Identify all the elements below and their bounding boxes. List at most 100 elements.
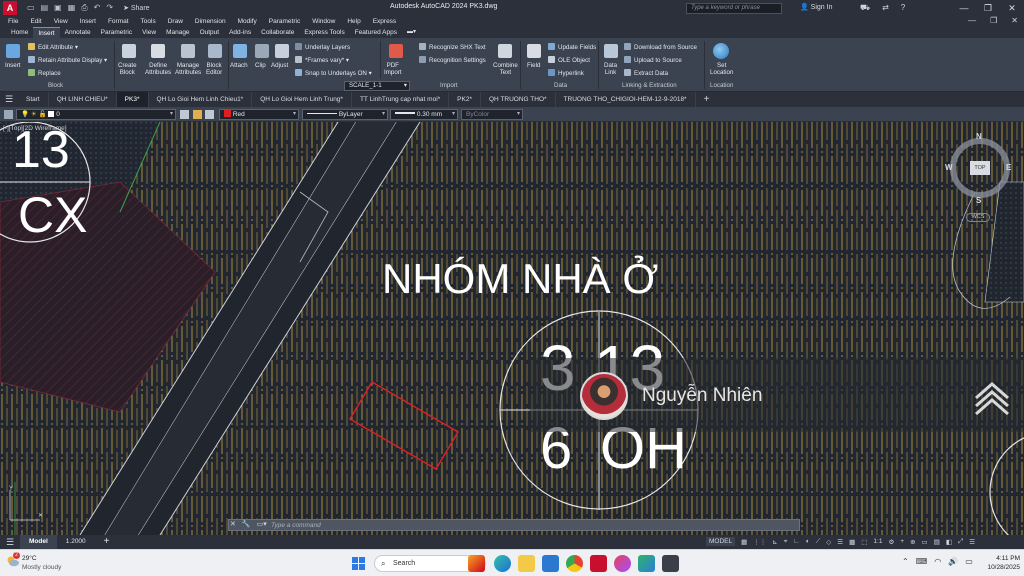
manage-attributes-icon[interactable] [181, 44, 195, 58]
color-dropdown[interactable]: Red ▾ [219, 109, 299, 120]
hyperlink-button[interactable]: Hyperlink [548, 69, 584, 77]
gear-icon[interactable]: ⚙ [888, 538, 894, 546]
define-attributes-button[interactable]: Define Attributes [145, 62, 171, 76]
language-icon[interactable]: ⌨ [916, 557, 928, 566]
share-button[interactable]: ➤ Share [123, 4, 150, 12]
ribbon-tab-collaborate[interactable]: Collaborate [256, 27, 299, 38]
object-snap-icon[interactable]: ◇ [826, 538, 831, 546]
restore-icon[interactable]: ❐ [976, 0, 1000, 16]
layout-menu-icon[interactable]: ☰ [0, 537, 20, 548]
file-tab[interactable]: QH Lo Gioi Hem Linh Chieu1* [149, 92, 253, 107]
wifi-icon[interactable]: ◠ [934, 557, 941, 566]
save-as-icon[interactable]: ▦ [68, 3, 76, 13]
save-icon[interactable]: ▣ [54, 3, 62, 13]
view-cube-top-face[interactable]: TOP [970, 161, 990, 175]
windows-start-icon[interactable] [352, 557, 365, 570]
open-folder-icon[interactable]: ▤ [41, 3, 49, 13]
customization-menu-icon[interactable]: ☰ [969, 538, 975, 546]
autocad-taskbar-icon[interactable] [590, 555, 607, 572]
layout-tab-model[interactable]: Model [20, 535, 57, 549]
globe-icon[interactable] [713, 43, 729, 59]
adjust-button[interactable]: Adjust [271, 62, 288, 69]
match-layer-icon[interactable] [180, 110, 189, 119]
exchange-icon[interactable]: ⇄ [882, 3, 889, 13]
file-tab-start[interactable]: Start [18, 92, 49, 107]
retain-attribute-display-button[interactable]: Retain Attribute Display ▾ [28, 56, 107, 64]
battery-icon[interactable]: ▭ [965, 557, 973, 566]
compass-north[interactable]: N [976, 132, 982, 141]
insert-block-icon[interactable] [6, 44, 20, 58]
infer-constraints-icon[interactable]: ⊾ [772, 538, 777, 546]
menu-item[interactable]: Help [347, 18, 360, 25]
camera-app-icon[interactable] [662, 555, 679, 572]
combine-text-button[interactable]: Combine Text [493, 62, 518, 76]
ortho-icon[interactable]: ∟ [793, 538, 799, 545]
units-icon[interactable]: ▭ [922, 538, 928, 546]
create-block-button[interactable]: Create Block [118, 62, 137, 76]
weather-description[interactable]: Mostly cloudy [22, 564, 61, 571]
data-link-button[interactable]: Data Link [604, 62, 617, 76]
fullscreen-icon[interactable]: ⤢ [958, 538, 963, 546]
app-icon-colorful[interactable] [468, 555, 485, 572]
field-button[interactable]: Field [527, 62, 540, 69]
close-icon[interactable]: ✕ [1000, 0, 1024, 16]
update-fields-button[interactable]: Update Fields [548, 43, 596, 51]
menu-item[interactable]: File [8, 18, 18, 25]
doc-close-icon[interactable]: ✕ [1011, 16, 1018, 25]
download-from-source-button[interactable]: Download from Source [624, 43, 697, 51]
menu-item[interactable]: Express [373, 18, 396, 25]
menu-item[interactable]: Format [108, 18, 129, 25]
file-tab[interactable]: QH Lo Gioi Hem Linh Trung* [252, 92, 352, 107]
ribbon-tab-annotate[interactable]: Annotate [60, 27, 96, 38]
compass-east[interactable]: E [1006, 163, 1011, 172]
sign-in-button[interactable]: 👤 Sign In [800, 3, 832, 11]
ribbon-tab-output[interactable]: Output [195, 27, 225, 38]
doc-restore-icon[interactable]: ❐ [990, 16, 997, 25]
snap-mode-icon[interactable]: ⋮⋮ [753, 538, 766, 546]
layer-state-icon[interactable] [193, 110, 202, 119]
clip-button[interactable]: Clip [255, 62, 266, 69]
file-explorer-icon[interactable] [518, 555, 535, 572]
ribbon-tab-parametric[interactable]: Parametric [96, 27, 137, 38]
attach-button[interactable]: Attach [230, 62, 248, 69]
edit-attribute-button[interactable]: Edit Attribute ▾ [28, 43, 78, 51]
transparency-icon[interactable]: ▩ [849, 538, 855, 546]
annotation-monitor-icon[interactable]: ⊕ [910, 538, 915, 546]
recognition-settings-button[interactable]: Recognition Settings [419, 56, 486, 64]
set-location-button[interactable]: Set Location [710, 62, 733, 76]
ribbon-tab-manage[interactable]: Manage [161, 27, 195, 38]
linetype-dropdown[interactable]: ByLayer ▾ [302, 109, 388, 120]
snap-to-underlays-dropdown[interactable]: Snap to Underlays ON ▾ [295, 69, 372, 77]
file-tab[interactable]: TT LinhTrung cap nhat moi* [352, 92, 450, 107]
create-block-icon[interactable] [122, 44, 136, 58]
help-icon[interactable]: ? [901, 3, 905, 13]
ribbon-tab-express-tools[interactable]: Express Tools [299, 27, 349, 38]
minimize-icon[interactable]: — [952, 0, 976, 16]
menu-item[interactable]: Tools [141, 18, 156, 25]
ribbon-minimize-toggle[interactable]: ▬▾ [402, 27, 421, 38]
wcs-menu[interactable]: WCS [966, 213, 990, 222]
file-tab[interactable]: TRUONG THO_CHIGIOI-HEM-12-9-2018* [556, 92, 696, 107]
weather-temperature[interactable]: 29°C [22, 555, 37, 562]
compass-south[interactable]: S [976, 196, 981, 205]
ole-object-button[interactable]: OLE Object [548, 56, 590, 64]
menu-item[interactable]: Insert [80, 18, 96, 25]
layer-isolate-icon[interactable] [205, 110, 214, 119]
block-editor-button[interactable]: Block Editor [206, 62, 222, 76]
file-tab[interactable]: QH TRUONG THO* [481, 92, 556, 107]
replace-button[interactable]: Replace [28, 69, 61, 77]
autocad-logo-icon[interactable]: A [3, 1, 17, 15]
ribbon-tab-view[interactable]: View [137, 27, 161, 38]
close-command-icon[interactable]: ✕ [230, 520, 236, 528]
chevron-up-icon[interactable]: ⌃ [902, 557, 909, 566]
lineweight-dropdown[interactable]: 0.30 mm ▾ [390, 109, 458, 120]
define-attributes-icon[interactable] [151, 44, 165, 58]
menu-item[interactable]: Modify [238, 18, 257, 25]
menu-item[interactable]: View [54, 18, 68, 25]
file-tab-active[interactable]: PK3* [116, 92, 149, 107]
command-line[interactable]: Type a command [228, 519, 800, 531]
field-icon[interactable] [527, 44, 541, 58]
insert-button[interactable]: Insert [5, 62, 20, 69]
customize-icon[interactable]: 🔧 [242, 520, 251, 528]
polar-tracking-icon[interactable]: ◐ [806, 538, 810, 545]
